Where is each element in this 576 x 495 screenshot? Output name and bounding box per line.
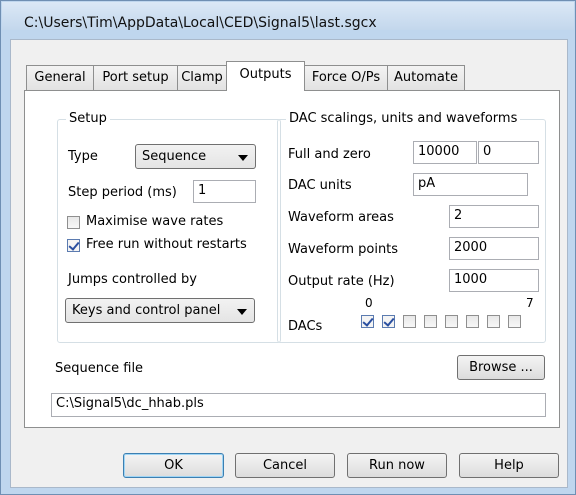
cancel-button[interactable]: Cancel [235,453,335,478]
type-select-value: Sequence [142,149,207,164]
tab-clamp[interactable]: Clamp [177,65,227,90]
dac-0-checkbox[interactable] [361,315,374,328]
step-period-label: Step period (ms) [68,185,177,200]
window-title: C:\Users\Tim\AppData\Local\CED\Signal5\l… [24,15,377,31]
run-now-button[interactable]: Run now [347,453,447,478]
dac-6-checkbox[interactable] [487,315,500,328]
dac-4-checkbox[interactable] [445,315,458,328]
dac-3-checkbox[interactable] [424,315,437,328]
tab-port-setup[interactable]: Port setup [93,65,178,90]
dac-7-checkbox[interactable] [508,315,521,328]
step-period-field[interactable]: 1 [193,180,256,203]
chevron-down-icon [237,309,247,315]
tab-force-ops[interactable]: Force O/Ps [304,65,388,90]
free-run-checkbox[interactable] [67,239,80,252]
type-label: Type [68,149,98,164]
waveform-points-label: Waveform points [288,242,399,257]
browse-button[interactable]: Browse ... [457,355,545,380]
dac-first-index: 0 [365,296,373,310]
jumps-select-value: Keys and control panel [72,303,221,318]
tab-general[interactable]: General [26,65,94,90]
dac-checkbox-row [361,315,541,331]
type-select[interactable]: Sequence [135,144,256,169]
dac-last-index: 7 [526,296,534,310]
dacs-label: DACs [288,319,323,334]
outputs-tab-page: Setup Type Sequence Step period (ms) 1 M… [24,90,560,428]
maximise-wave-rates-checkbox[interactable] [67,216,80,229]
dac-5-checkbox[interactable] [466,315,479,328]
sequence-file-label: Sequence file [55,361,144,376]
output-rate-label: Output rate (Hz) [288,274,395,289]
chevron-down-icon [238,155,248,161]
dac-group: DAC scalings, units and waveforms Full a… [277,111,546,343]
dac-1-checkbox[interactable] [382,315,395,328]
waveform-areas-field[interactable]: 2 [449,205,539,228]
dac-zero-field[interactable]: 0 [478,141,539,164]
dac-group-title: DAC scalings, units and waveforms [286,111,521,126]
tab-automate[interactable]: Automate [387,65,465,90]
full-and-zero-label: Full and zero [288,147,371,162]
setup-group: Setup Type Sequence Step period (ms) 1 M… [57,111,281,343]
title-bar: C:\Users\Tim\AppData\Local\CED\Signal5\l… [2,2,574,31]
jumps-controlled-by-label: Jumps controlled by [68,272,197,287]
jumps-controlled-by-select[interactable]: Keys and control panel [65,298,255,323]
maximise-wave-rates-label: Maximise wave rates [86,214,224,229]
ok-button[interactable]: OK [123,453,224,478]
dac-units-field[interactable]: pA [413,173,528,196]
waveform-points-field[interactable]: 2000 [449,237,539,260]
sequence-file-field[interactable]: C:\Signal5\dc_hhab.pls [51,393,546,417]
help-button[interactable]: Help [459,453,559,478]
dac-2-checkbox[interactable] [403,315,416,328]
waveform-areas-label: Waveform areas [288,210,394,225]
output-rate-field[interactable]: 1000 [449,269,539,292]
free-run-label: Free run without restarts [86,237,247,252]
dac-full-field[interactable]: 10000 [413,141,477,164]
dac-units-label: DAC units [288,178,352,193]
setup-group-title: Setup [66,111,110,126]
tab-outputs[interactable]: Outputs [226,61,305,91]
